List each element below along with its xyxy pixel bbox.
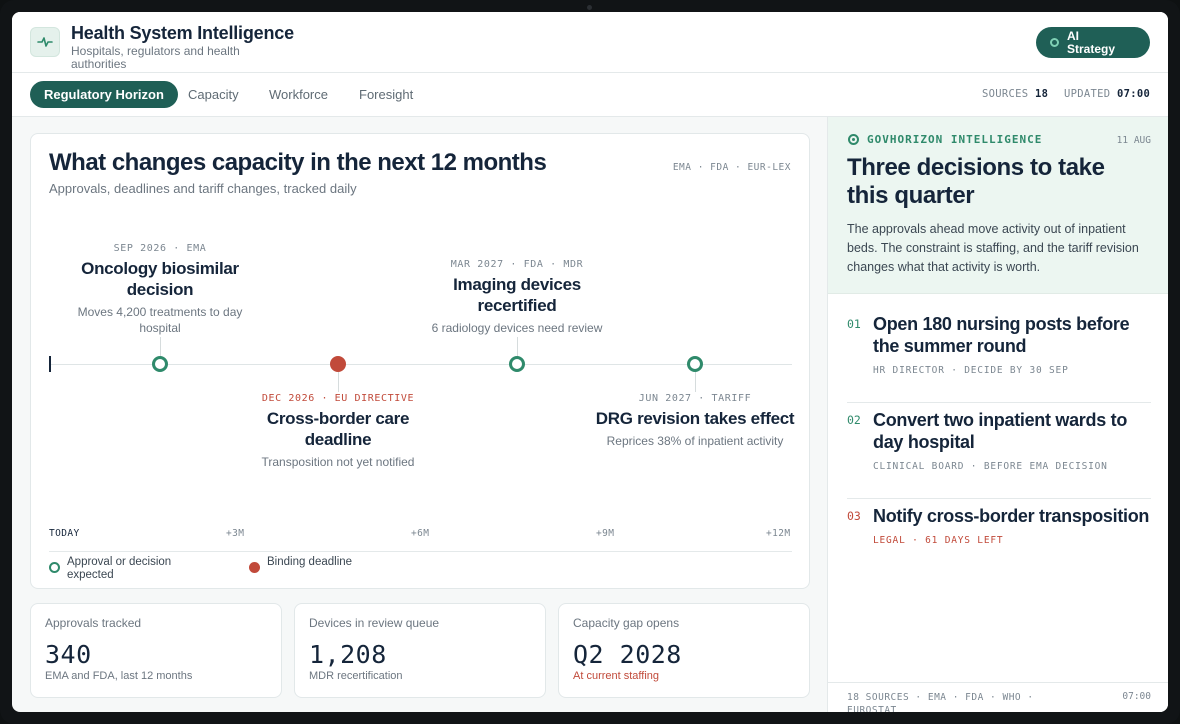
legend-approval: Approval or decision expected [49, 556, 187, 582]
timeline-event[interactable]: MAR 2027 · FDA · MDR Imaging devices rec… [417, 259, 617, 336]
deadline-legend-icon [249, 562, 260, 573]
stat-value: Q2 2028 [573, 640, 682, 669]
timeline-event[interactable]: DEC 2026 · EU DIRECTIVE Cross-border car… [238, 393, 438, 470]
axis-label: +6M [411, 528, 430, 539]
stat-card-capacity-gap: Capacity gap opens Q2 2028 At current st… [558, 603, 810, 698]
approval-marker[interactable] [509, 356, 525, 372]
footer-sources: 18 SOURCES · EMA · FDA · WHO · EUROSTAT [847, 692, 1034, 712]
tab-foresight[interactable]: Foresight [359, 81, 413, 108]
event-title: DRG revision takes effect [595, 409, 795, 428]
axis-label: +3M [226, 528, 245, 539]
panel-date: 11 AUG [1116, 135, 1151, 146]
stat-card-devices: Devices in review queue 1,208 MDR recert… [294, 603, 546, 698]
decision-meta: LEGAL · 61 DAYS LEFT [873, 535, 1004, 546]
panel-kicker: GOVHORIZON INTELLIGENCE [848, 133, 1042, 146]
stat-label: Devices in review queue [309, 616, 440, 630]
timeline-event[interactable]: JUN 2027 · TARIFF DRG revision takes eff… [595, 393, 795, 449]
app-header: Health System Intelligence Hospitals, re… [12, 12, 1168, 73]
ai-strategy-button[interactable]: AI Strategy [1036, 27, 1150, 58]
sources-count: SOURCES 18 [982, 88, 1049, 100]
panel-body: The approvals ahead move activity out of… [847, 222, 1139, 274]
decision-divider [847, 402, 1151, 403]
event-stem [517, 337, 518, 357]
event-meta: JUN 2027 · TARIFF [638, 393, 752, 404]
legend-label: Binding deadline [267, 556, 353, 568]
event-description: Moves 4,200 treatments to day hospital [77, 305, 243, 335]
decision-number: 01 [847, 317, 861, 331]
decision-meta: CLINICAL BOARD · BEFORE EMA DECISION [873, 461, 1108, 472]
event-description: 6 radiology devices need review [431, 321, 603, 335]
decision-meta: HR DIRECTOR · DECIDE BY 30 SEP [873, 365, 1069, 376]
legend-divider [49, 551, 792, 552]
decision-title: Convert two inpatient wards to day hospi… [873, 410, 1128, 452]
event-meta: MAR 2027 · FDA · MDR [450, 259, 584, 270]
event-stem [338, 372, 339, 392]
decision-title: Open 180 nursing posts before the summer… [873, 314, 1130, 356]
app-title: Health System Intelligence [71, 23, 294, 43]
camera-dot [587, 5, 592, 10]
app-subtitle: Hospitals, regulators and health authori… [71, 44, 240, 71]
approval-legend-icon [49, 562, 60, 573]
approval-marker[interactable] [152, 356, 168, 372]
today-marker [49, 356, 51, 372]
axis-label-today: TODAY [49, 528, 80, 539]
target-icon [848, 134, 859, 145]
tab-regulatory-horizon[interactable]: Regulatory Horizon [30, 81, 178, 108]
stat-label: Approvals tracked [45, 616, 142, 630]
pulse-icon [30, 27, 60, 57]
stat-card-approvals: Approvals tracked 340 EMA and FDA, last … [30, 603, 282, 698]
target-icon [1050, 38, 1059, 47]
event-title: Oncology biosimilar decision [81, 259, 239, 299]
updated-time: UPDATED 07:00 [1064, 88, 1151, 100]
decision-number: 03 [847, 509, 861, 523]
decision-title: Notify cross-border transposition [873, 506, 1150, 526]
event-description: Transposition not yet notified [261, 455, 415, 469]
decision-number: 02 [847, 413, 861, 427]
app-screen: Health System Intelligence Hospitals, re… [12, 12, 1168, 712]
ai-strategy-label: AI Strategy [1067, 28, 1116, 56]
stat-note: At current staffing [573, 670, 660, 682]
decision-divider [847, 498, 1151, 499]
axis-label: +9M [596, 528, 615, 539]
event-meta: SEP 2026 · EMA [113, 243, 207, 254]
stat-note: EMA and FDA, last 12 months [45, 670, 193, 682]
deadline-marker[interactable] [330, 356, 346, 372]
device-frame: Health System Intelligence Hospitals, re… [0, 0, 1180, 724]
event-stem [695, 372, 696, 392]
event-title: Imaging devices recertified [453, 275, 581, 315]
timeline-event[interactable]: SEP 2026 · EMA Oncology biosimilar decis… [60, 243, 260, 336]
stat-value: 1,208 [309, 640, 387, 669]
axis-label: +12M [766, 528, 791, 539]
footer-time: 07:00 [1122, 691, 1151, 702]
timeline-title: What changes capacity in the next 12 mon… [49, 149, 547, 176]
approval-marker[interactable] [687, 356, 703, 372]
event-description: Reprices 38% of inpatient activity [606, 434, 784, 448]
tab-bar: Regulatory Horizon Capacity Workforce Fo… [12, 73, 1168, 117]
stat-note: MDR recertification [309, 670, 403, 682]
panel-footer: 18 SOURCES · EMA · FDA · WHO · EUROSTAT … [828, 682, 1168, 712]
decision-item[interactable]: 02 Convert two inpatient wards to day ho… [847, 409, 1151, 472]
legend-label: Approval or decision expected [67, 556, 172, 581]
event-title: Cross-border care deadline [266, 409, 410, 449]
panel-summary: GOVHORIZON INTELLIGENCE 11 AUG Three dec… [828, 117, 1168, 294]
tab-workforce[interactable]: Workforce [269, 81, 328, 108]
event-meta: DEC 2026 · EU DIRECTIVE [261, 393, 415, 404]
timeline-card: What changes capacity in the next 12 mon… [30, 133, 810, 589]
legend-deadline: Binding deadline [249, 556, 387, 573]
stat-value: 340 [45, 640, 92, 669]
intelligence-panel: GOVHORIZON INTELLIGENCE 11 AUG Three dec… [827, 117, 1168, 712]
timeline-subtitle: Approvals, deadlines and tariff changes,… [49, 181, 357, 196]
panel-title: Three decisions to take this quarter [847, 154, 1105, 209]
tab-capacity[interactable]: Capacity [188, 81, 239, 108]
decision-item[interactable]: 01 Open 180 nursing posts before the sum… [847, 313, 1151, 376]
stat-label: Capacity gap opens [573, 616, 680, 630]
timeline-sources: EMA · FDA · EUR-LEX [672, 162, 791, 173]
decision-item[interactable]: 03 Notify cross-border transposition LEG… [847, 505, 1151, 546]
event-stem [160, 337, 161, 357]
